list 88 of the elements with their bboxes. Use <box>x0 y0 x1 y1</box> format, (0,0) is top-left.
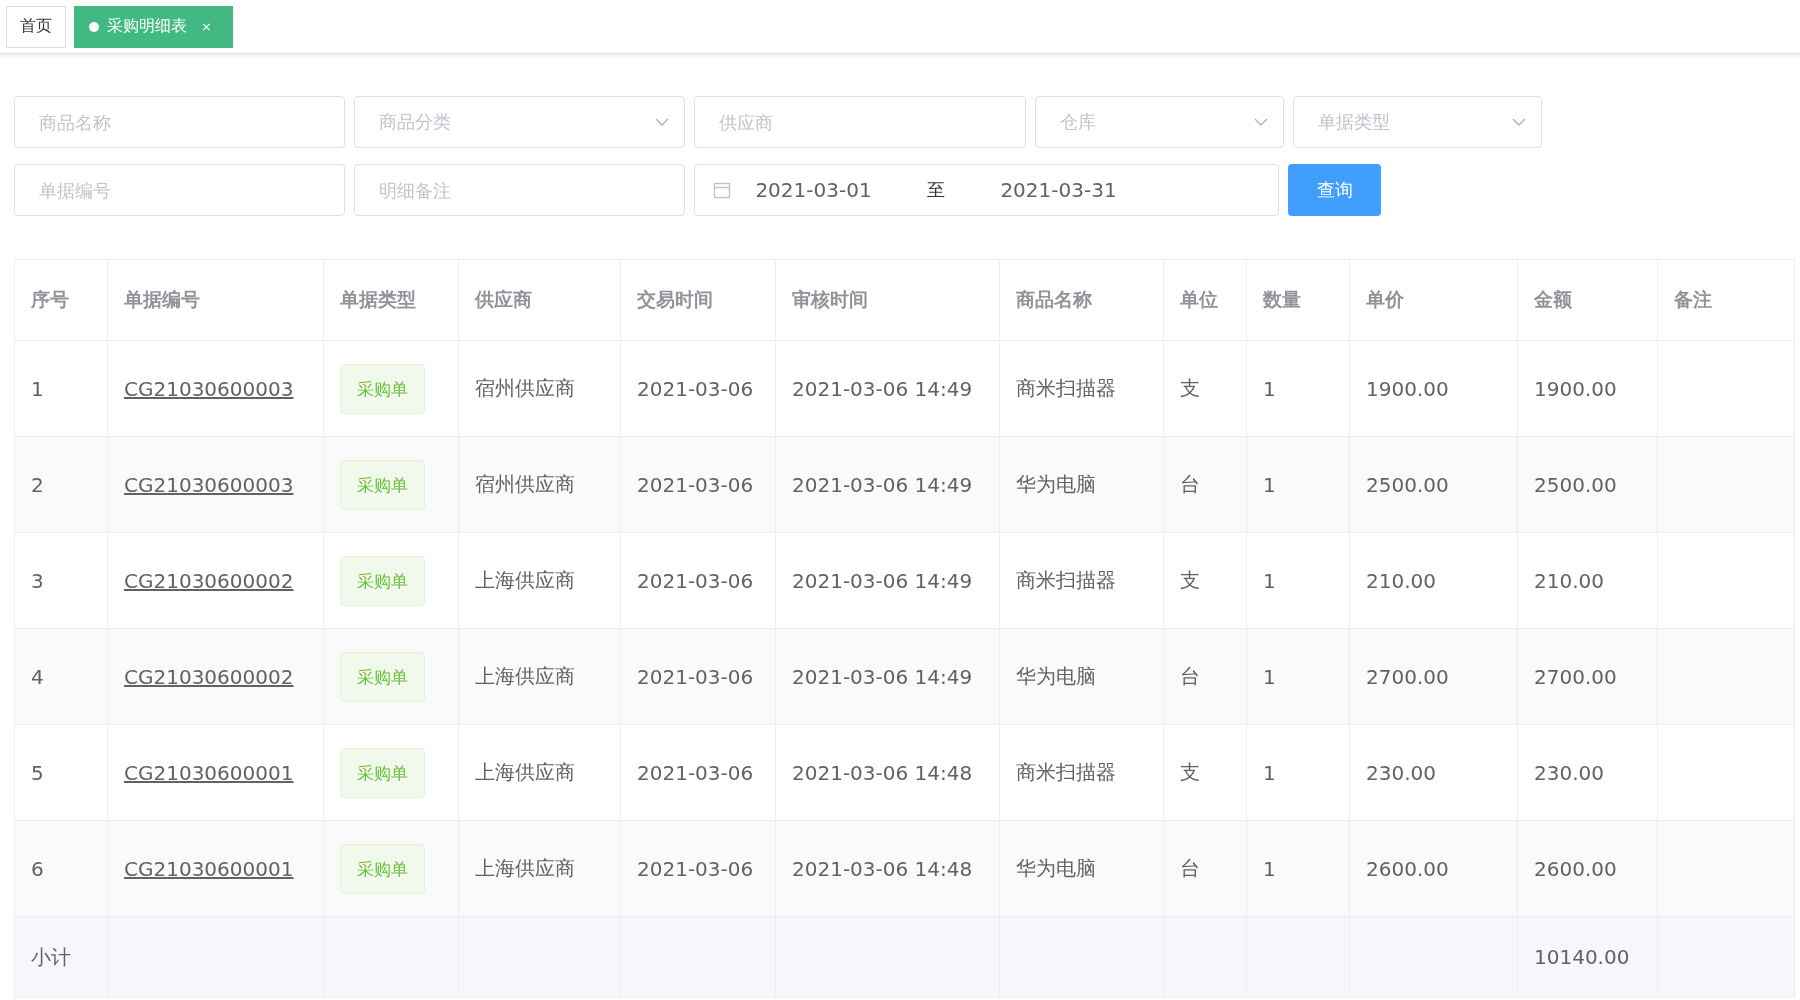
end-date: 2021-03-31 <box>999 178 1118 202</box>
table-cell: 1 <box>1246 436 1350 533</box>
column-header: 单据编号 <box>107 259 324 341</box>
chevron-down-icon <box>1253 117 1269 127</box>
table-cell: 2021-03-06 14:48 <box>775 724 1000 821</box>
column-header: 交易时间 <box>620 259 776 341</box>
table-cell: 1 <box>1246 532 1350 629</box>
table-cell: 2600.00 <box>1349 820 1518 917</box>
input-field[interactable]: 明细备注 <box>354 164 685 216</box>
table-cell: 1900.00 <box>1517 340 1658 437</box>
input-field[interactable]: 商品名称 <box>14 96 345 148</box>
active-dot-icon <box>89 21 99 32</box>
table-cell: 210.00 <box>1517 532 1658 629</box>
table-cell: 210.00 <box>1349 532 1518 629</box>
table-cell: 2021-03-06 <box>620 820 776 917</box>
table-cell: 华为电脑 <box>999 820 1164 917</box>
subtotal-amount: 10140.00 <box>1517 916 1658 998</box>
table-cell: 支 <box>1163 724 1247 821</box>
table-cell: 华为电脑 <box>999 628 1164 725</box>
type-tag: 采购单 <box>340 747 425 798</box>
table-cell: 2021-03-06 <box>620 628 776 725</box>
table-cell: 1 <box>1246 724 1350 821</box>
type-tag: 采购单 <box>340 555 425 606</box>
table-cell: 5 <box>14 724 108 821</box>
table-cell: 商米扫描器 <box>999 340 1164 437</box>
column-header: 商品名称 <box>999 259 1164 341</box>
table-cell: 2021-03-06 14:49 <box>775 532 1000 629</box>
calendar-icon <box>713 181 731 199</box>
column-header: 备注 <box>1657 259 1795 341</box>
subtotal-label: 小计 <box>14 916 108 998</box>
table-cell: 上海供应商 <box>458 724 621 821</box>
table-cell: 2021-03-06 14:49 <box>775 340 1000 437</box>
table-cell: 台 <box>1163 820 1247 917</box>
type-tag: 采购单 <box>340 459 425 510</box>
chevron-down-icon <box>654 117 670 127</box>
table-cell: 2021-03-06 14:49 <box>775 436 1000 533</box>
table-cell: 6 <box>14 820 108 917</box>
table-cell: 3 <box>14 532 108 629</box>
column-header: 审核时间 <box>775 259 1000 341</box>
type-tag: 采购单 <box>340 843 425 894</box>
column-header: 单据类型 <box>323 259 459 341</box>
range-separator: 至 <box>926 178 946 202</box>
table-cell: 2700.00 <box>1517 628 1658 725</box>
start-date: 2021-03-01 <box>754 178 873 202</box>
table-cell: 上海供应商 <box>458 532 621 629</box>
table-cell: 商米扫描器 <box>999 532 1164 629</box>
table-cell: 1 <box>1246 628 1350 725</box>
table-cell: 上海供应商 <box>458 628 621 725</box>
table-cell: 1 <box>1246 820 1350 917</box>
table-cell: 230.00 <box>1517 724 1658 821</box>
type-tag: 采购单 <box>340 363 425 414</box>
column-header: 单价 <box>1349 259 1518 341</box>
column-header: 供应商 <box>458 259 621 341</box>
table-cell: 2700.00 <box>1349 628 1518 725</box>
table-cell: 4 <box>14 628 108 725</box>
column-header: 单位 <box>1163 259 1247 341</box>
table-cell: 台 <box>1163 628 1247 725</box>
table-cell: 1 <box>1246 340 1350 437</box>
table-cell: 2021-03-06 14:48 <box>775 820 1000 917</box>
table-cell: 上海供应商 <box>458 820 621 917</box>
input-field[interactable]: 供应商 <box>694 96 1026 148</box>
table-cell: 支 <box>1163 532 1247 629</box>
table-cell: 台 <box>1163 436 1247 533</box>
chevron-down-icon <box>1511 117 1527 127</box>
date-range-field[interactable]: 2021-03-01 至 2021-03-31 <box>694 164 1279 216</box>
table-cell: 230.00 <box>1349 724 1518 821</box>
table-cell: 2021-03-06 14:49 <box>775 628 1000 725</box>
table-cell: 商米扫描器 <box>999 724 1164 821</box>
table-cell: 2500.00 <box>1349 436 1518 533</box>
table-cell: 2021-03-06 <box>620 436 776 533</box>
table-cell: 2500.00 <box>1517 436 1658 533</box>
column-header: 金额 <box>1517 259 1658 341</box>
table-cell: 1900.00 <box>1349 340 1518 437</box>
tab[interactable]: 首页 <box>6 5 66 48</box>
table-cell: 2600.00 <box>1517 820 1658 917</box>
table-cell: 2 <box>14 436 108 533</box>
table-cell: 支 <box>1163 340 1247 437</box>
column-header: 数量 <box>1246 259 1350 341</box>
type-tag: 采购单 <box>340 651 425 702</box>
input-field[interactable]: 单据编号 <box>14 164 345 216</box>
table-cell: 1 <box>14 340 108 437</box>
table-cell: 华为电脑 <box>999 436 1164 533</box>
column-header: 序号 <box>14 259 108 341</box>
table-cell: 2021-03-06 <box>620 724 776 821</box>
table-cell: 2021-03-06 <box>620 532 776 629</box>
table-cell: 宿州供应商 <box>458 340 621 437</box>
table-cell: 2021-03-06 <box>620 340 776 437</box>
table-cell: 宿州供应商 <box>458 436 621 533</box>
